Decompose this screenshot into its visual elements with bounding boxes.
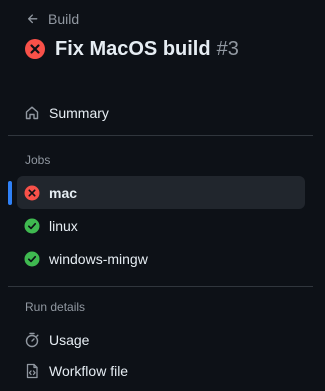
nav-item-usage[interactable]: Usage — [17, 323, 305, 356]
nav-item-label: Summary — [49, 104, 109, 121]
nav-item-summary[interactable]: Summary — [17, 96, 305, 129]
divider — [8, 286, 313, 287]
page-title: Fix MacOS build #3 — [25, 36, 239, 62]
run-title: Fix MacOS build — [55, 37, 211, 60]
back-link[interactable]: Build — [26, 9, 79, 29]
check-circle-icon — [24, 251, 40, 267]
x-circle-icon — [24, 185, 40, 201]
job-label: mac — [49, 184, 78, 201]
jobs-section-label: Jobs — [25, 153, 51, 167]
job-item-linux[interactable]: linux — [17, 209, 305, 242]
job-label: windows-mingw — [49, 250, 148, 267]
file-code-icon — [24, 363, 40, 379]
failure-status-icon — [25, 39, 45, 59]
nav-item-workflow-file[interactable]: Workflow file — [17, 354, 305, 387]
nav-item-label: Usage — [49, 331, 90, 348]
run-number: #3 — [216, 37, 239, 60]
run-details-section-label: Run details — [25, 300, 86, 314]
stopwatch-icon — [24, 332, 40, 348]
arrow-left-icon — [26, 12, 40, 26]
job-label: linux — [49, 217, 78, 234]
back-link-label: Build — [48, 11, 80, 27]
job-item-windows-mingw[interactable]: windows-mingw — [17, 242, 305, 275]
home-icon — [24, 105, 40, 121]
divider — [8, 135, 313, 136]
check-circle-icon — [24, 218, 40, 234]
selected-indicator — [8, 181, 12, 205]
job-item-mac[interactable]: mac — [17, 176, 305, 209]
nav-item-label: Workflow file — [49, 362, 129, 379]
